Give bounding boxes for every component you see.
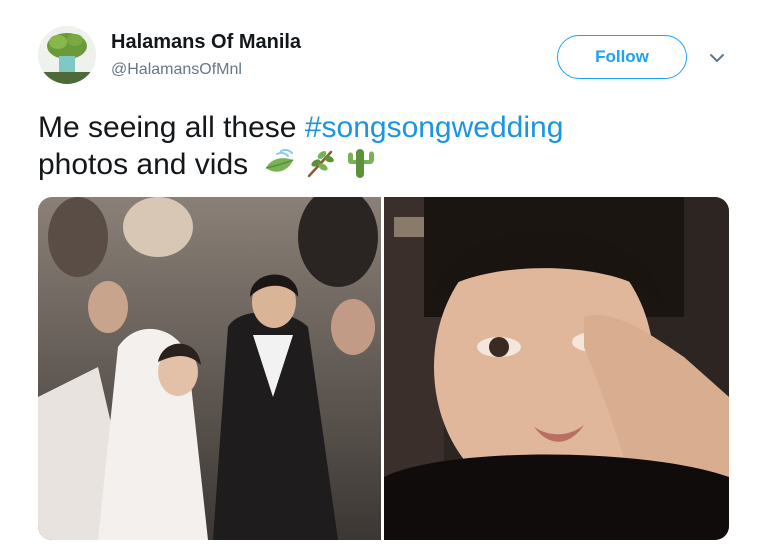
plant-pot-avatar-icon xyxy=(38,26,96,84)
herb-icon xyxy=(303,146,337,180)
tweet-text-intro: Me seeing all these xyxy=(38,111,305,144)
tweet-text-end: photos and vids xyxy=(38,148,249,181)
hashtag-link[interactable]: #songsongwedding xyxy=(305,111,564,144)
chevron-down-icon[interactable] xyxy=(706,47,728,69)
cactus-icon xyxy=(343,146,377,180)
tweet-card: Halamans Of Manila @HalamansOfMnl Follow… xyxy=(0,0,768,553)
author-handle[interactable]: @HalamansOfMnl xyxy=(111,60,242,80)
avatar[interactable] xyxy=(38,26,96,84)
media-grid xyxy=(38,197,729,540)
leaf-fluttering-in-wind-icon xyxy=(263,146,297,180)
crying-man-photo[interactable] xyxy=(384,197,729,540)
follow-button[interactable]: Follow xyxy=(557,35,687,79)
author-name[interactable]: Halamans Of Manila xyxy=(111,30,301,54)
tweet-text: Me seeing all these #songsongwedding pho… xyxy=(38,109,718,183)
wedding-photo[interactable] xyxy=(38,197,381,540)
